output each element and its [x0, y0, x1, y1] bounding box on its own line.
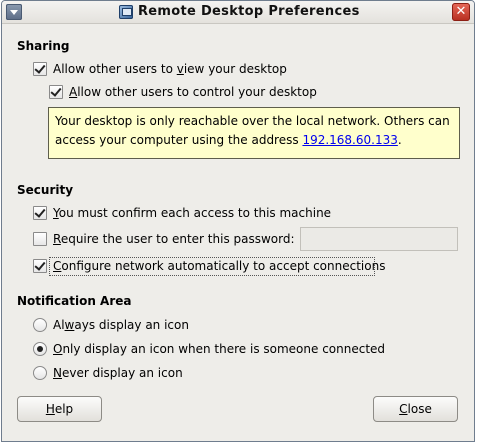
allow-control-label: Allow other users to control your deskto…	[69, 85, 317, 99]
require-password-option[interactable]: Require the user to enter this password:	[33, 231, 295, 247]
sharing-heading: Sharing	[17, 39, 70, 53]
allow-view-option[interactable]: Allow other users to view your desktop	[33, 61, 333, 77]
radio-never-label: Never display an icon	[53, 366, 183, 380]
help-button[interactable]: Help	[17, 396, 102, 422]
network-info-box: Your desktop is only reachable over the …	[48, 107, 460, 159]
radio-never-button[interactable]	[33, 366, 47, 380]
allow-control-checkbox[interactable]	[49, 85, 63, 99]
ip-address-link[interactable]: 192.168.60.133	[302, 133, 397, 147]
window-menu-icon[interactable]	[6, 4, 22, 20]
close-button[interactable]: Close	[373, 396, 458, 422]
confirm-access-label: You must confirm each access to this mac…	[53, 206, 332, 220]
radio-only-connected-label: Only display an icon when there is someo…	[53, 342, 386, 356]
configure-network-checkbox[interactable]	[33, 259, 47, 273]
allow-control-option[interactable]: Allow other users to control your deskto…	[49, 84, 349, 100]
notification-heading: Notification Area	[17, 294, 132, 308]
radio-always-label: Always display an icon	[53, 318, 189, 332]
radio-only-connected-option[interactable]: Only display an icon when there is someo…	[33, 341, 393, 357]
radio-always-option[interactable]: Always display an icon	[33, 317, 233, 333]
radio-only-connected-button[interactable]	[33, 342, 47, 356]
window-title: Remote Desktop Preferences	[138, 4, 360, 19]
configure-network-option[interactable]: Configure network automatically to accep…	[33, 258, 385, 274]
allow-view-label: Allow other users to view your desktop	[53, 62, 287, 76]
allow-view-checkbox[interactable]	[33, 62, 47, 76]
confirm-access-option[interactable]: You must confirm each access to this mac…	[33, 205, 353, 221]
require-password-checkbox[interactable]	[33, 232, 47, 246]
title-bar: Remote Desktop Preferences ✕	[2, 1, 474, 24]
require-password-label: Require the user to enter this password:	[53, 232, 295, 246]
remote-desktop-preferences-window: Remote Desktop Preferences ✕ Sharing All…	[1, 0, 475, 442]
security-heading: Security	[17, 183, 74, 197]
configure-network-label: Configure network automatically to accep…	[53, 259, 386, 273]
window-close-button[interactable]: ✕	[452, 3, 470, 21]
password-input[interactable]	[300, 227, 458, 251]
remote-desktop-app-icon	[119, 5, 133, 19]
radio-always-button[interactable]	[33, 318, 47, 332]
confirm-access-checkbox[interactable]	[33, 206, 47, 220]
radio-never-option[interactable]: Never display an icon	[33, 365, 233, 381]
info-line-2: access your computer using the address 1…	[55, 133, 402, 147]
info-line-1: Your desktop is only reachable over the …	[55, 114, 450, 128]
